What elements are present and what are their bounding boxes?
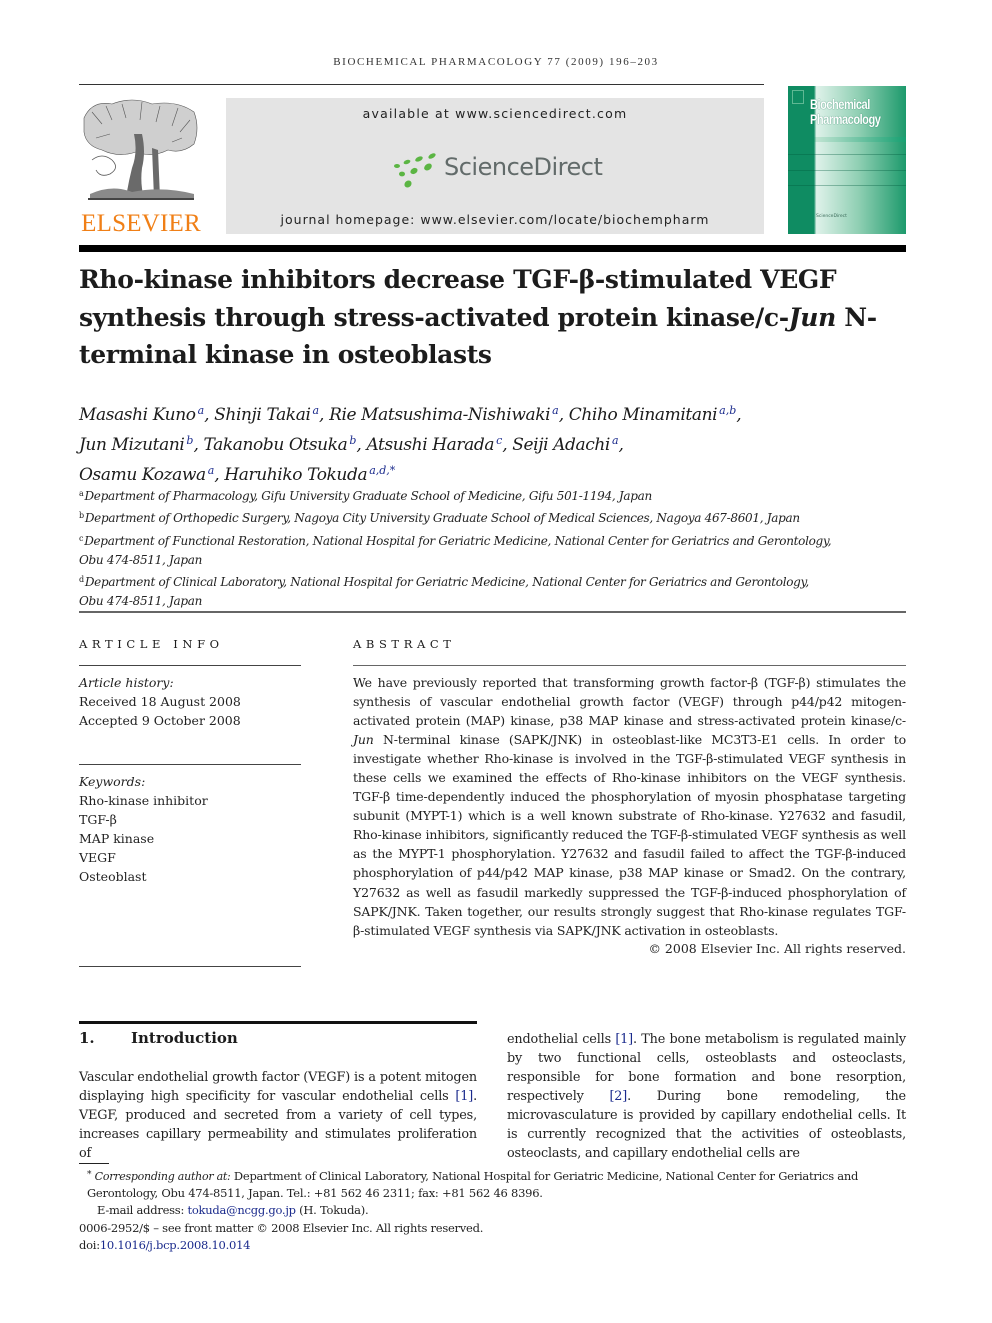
affiliation-b: bDepartment of Orthopedic Surgery, Nagoy… [79,511,800,526]
intro-column-2: endothelial cells [1]. The bone metaboli… [507,1032,906,1162]
email-link[interactable]: tokuda@ncgg.go.jp [187,1203,296,1217]
copyright-notice: © 2008 Elsevier Inc. All rights reserved… [648,941,906,956]
affiliation-ref[interactable]: b [186,434,193,447]
keyword: MAP kinase [79,831,155,846]
doi-line: doi:10.1016/j.bcp.2008.10.014 [79,1237,251,1252]
affiliation-ref[interactable]: a [552,404,559,417]
author[interactable]: Atsushi Harada c [366,434,502,455]
keywords: Keywords: Rho-kinase inhibitor TGF-β MAP… [79,772,301,886]
author[interactable]: Jun Mizutani b [79,434,193,455]
affiliation-d: dDepartment of Clinical Laboratory, Nati… [79,575,809,609]
author[interactable]: Seiji Adachi a [512,434,619,455]
sciencedirect-wordmark: ScienceDirect [444,153,603,181]
keyword: TGF-β [79,812,117,827]
affiliation-rule [79,611,906,613]
footnotes: * Corresponding author at: Department of… [79,1167,909,1254]
affiliation-ref[interactable]: b [349,434,356,447]
article-info-bottom-rule [79,966,301,967]
keywords-label: Keywords: [79,774,146,789]
section-title: Introduction [131,1029,238,1047]
cover-line [788,170,906,171]
intro-column-1: Vascular endothelial growth factor (VEGF… [79,1070,477,1162]
affiliation-a: aDepartment of Pharmacology, Gifu Univer… [79,489,652,503]
doi-link[interactable]: 10.1016/j.bcp.2008.10.014 [100,1238,251,1252]
author[interactable]: Shinji Takai a [214,404,319,425]
elsevier-tree-icon [83,99,198,200]
affiliation-ref[interactable]: a [612,434,619,447]
keyword: Osteoblast [79,869,147,884]
author[interactable]: Osamu Kozawa a [79,464,215,485]
elsevier-wordmark: ELSEVIER [81,210,201,237]
cover-line [788,154,906,155]
article-info: ARTICLE INFO Article history: Received 1… [79,637,301,967]
affiliation-c: cDepartment of Functional Restoration, N… [79,533,832,567]
cover-title: Biochemical Pharmacology [810,97,881,127]
available-at-link[interactable]: available at www.sciencedirect.com [226,106,764,121]
citation-link[interactable]: [1] [455,1089,473,1104]
affiliation-ref[interactable]: a [312,404,319,417]
author[interactable]: Chiho Minamitani a,b [569,404,737,425]
citation-link[interactable]: [1] [615,1032,633,1047]
keywords-rule [79,764,301,765]
affiliation-ref[interactable]: a,b [719,404,736,417]
journal-cover[interactable]: Biochemical Pharmacology ScienceDirect [788,86,906,234]
journal-homepage-link[interactable]: journal homepage: www.elsevier.com/locat… [226,212,764,227]
citation-link[interactable]: [2] [609,1089,627,1104]
title-rule [79,245,906,252]
corresponding-author-note: * Corresponding author at: Department of… [87,1169,859,1201]
author[interactable]: Haruhiko Tokuda a,d,* [224,464,395,485]
cover-emblem-icon [792,90,804,104]
accepted-date: Accepted 9 October 2008 [79,713,241,728]
abstract: ABSTRACT We have previously reported tha… [353,637,906,956]
elsevier-logo: ELSEVIER [78,98,204,238]
section-number: 1. [79,1029,95,1047]
header-rule [79,84,764,85]
sciencedirect-banner: available at www.sciencedirect.com Scien… [226,98,764,234]
sciencedirect-leaves-icon [394,153,436,188]
abstract-text: We have previously reported that transfo… [353,675,906,938]
history-label: Article history: [79,675,174,690]
front-matter: 0006-2952/$ – see front matter © 2008 El… [79,1220,484,1235]
affiliation-ref[interactable]: a [208,464,215,477]
cover-band [788,137,906,142]
article-info-heading: ARTICLE INFO [79,637,224,651]
affiliation-ref[interactable]: a [198,404,205,417]
section-heading-introduction: 1. Introduction [79,1029,238,1047]
author-list: Masashi Kuno a, Shinji Takai a, Rie Matsus… [79,404,742,485]
article-title: Rho-kinase inhibitors decrease TGF-β-sti… [79,265,877,369]
keyword: Rho-kinase inhibitor [79,793,208,808]
author[interactable]: Rie Matsushima-Nishiwaki a [329,404,559,425]
affiliation-ref[interactable]: a,d,* [369,464,395,477]
intro-rule [79,1021,477,1024]
footnote-rule [79,1163,109,1164]
keyword: VEGF [79,850,116,865]
author[interactable]: Takanobu Otsuka b [203,434,356,455]
running-head: BIOCHEMICAL PHARMACOLOGY 77 (2009) 196–2… [333,56,659,68]
affiliation-ref[interactable]: c [496,434,502,447]
cover-line [788,185,906,186]
abstract-rule [353,665,906,666]
abstract-heading: ABSTRACT [353,637,456,651]
author[interactable]: Masashi Kuno a [79,404,205,425]
affiliations: aDepartment of Pharmacology, Gifu Univer… [79,484,879,612]
article-info-rule [79,665,301,666]
cover-footer: ScienceDirect [816,214,847,219]
sciencedirect-logo[interactable]: ScienceDirect [392,150,603,194]
received-date: Received 18 August 2008 [79,694,241,709]
email-note: E-mail address: tokuda@ncgg.go.jp (H. To… [97,1203,369,1218]
